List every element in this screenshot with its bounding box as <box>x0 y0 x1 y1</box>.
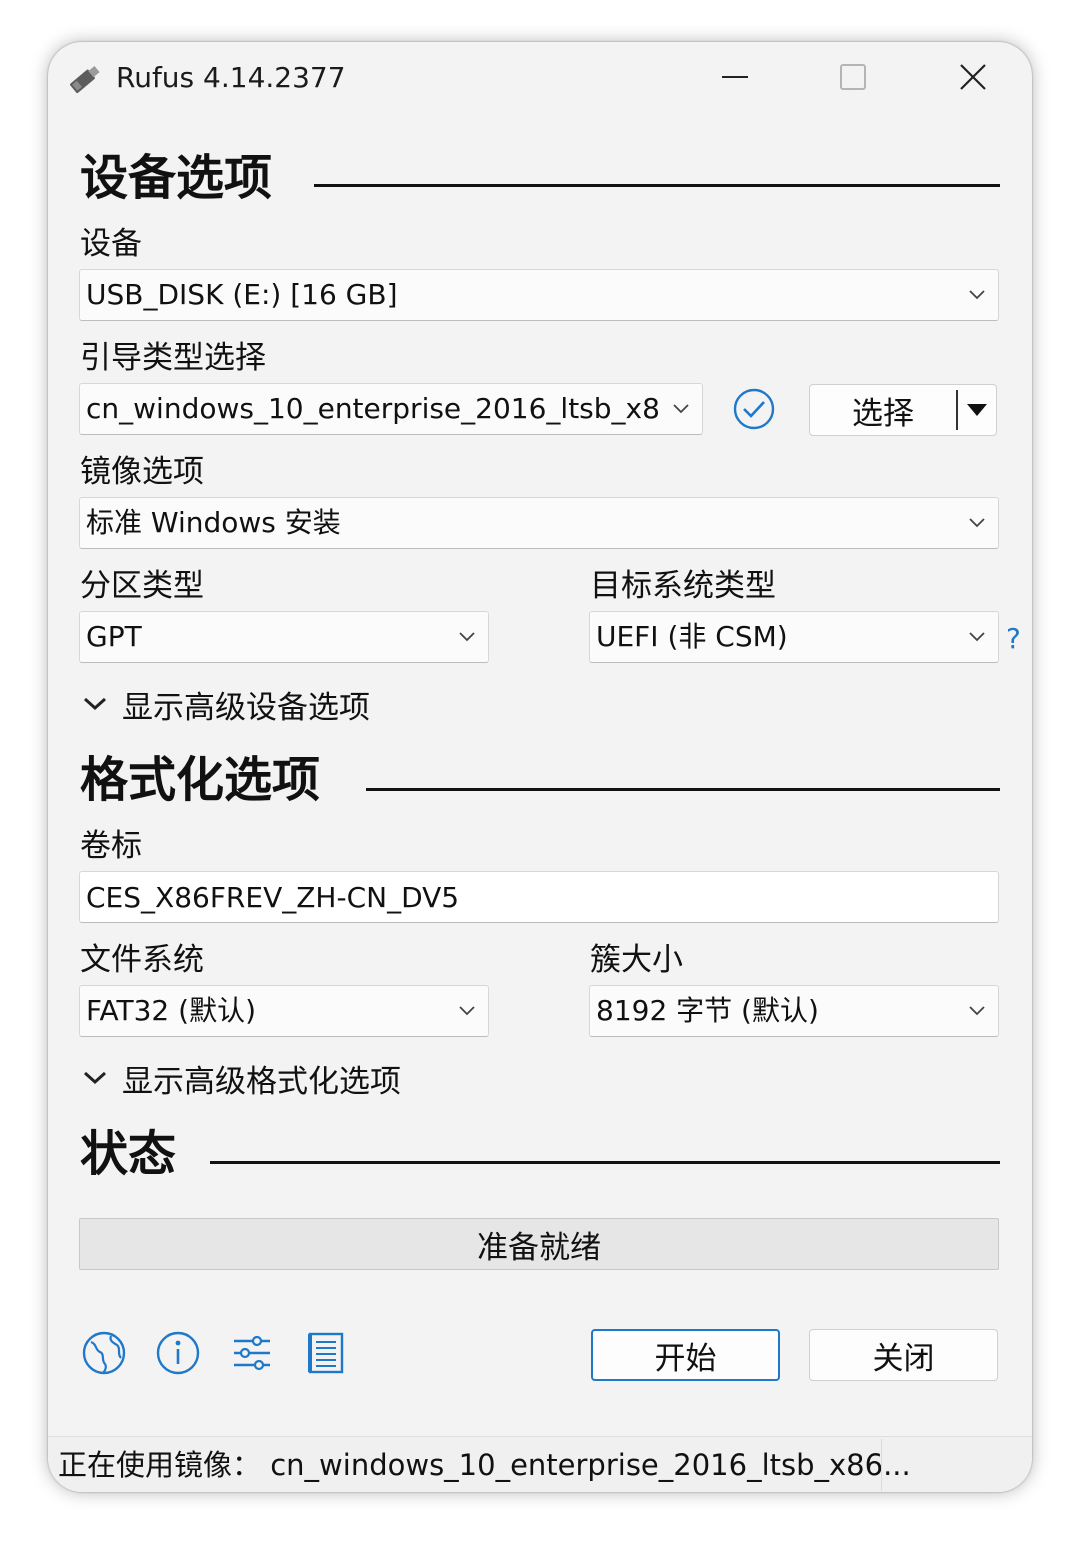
select-image-button[interactable]: 选择 <box>809 384 997 436</box>
section-title-format: 格式化选项 <box>80 752 321 808</box>
boot-selection-dropdown[interactable]: cn_windows_10_enterprise_2016_ltsb_x86. <box>79 383 703 435</box>
image-option-value: 标准 Windows 安装 <box>86 506 341 539</box>
volume-label-input[interactable] <box>86 880 998 914</box>
close-icon <box>960 64 986 90</box>
close-window-button[interactable] <box>914 42 1032 112</box>
section-divider <box>210 1161 1000 1164</box>
window-title: Rufus 4.14.2377 <box>116 61 346 94</box>
advanced-device-toggle[interactable]: 显示高级设备选项 <box>82 684 370 726</box>
info-icon[interactable] <box>154 1329 202 1377</box>
cluster-size-label: 簇大小 <box>590 942 683 978</box>
chevron-down-icon <box>956 269 998 321</box>
chevron-down-icon <box>956 985 998 1037</box>
advanced-format-toggle[interactable]: 显示高级格式化选项 <box>82 1058 401 1100</box>
progress-bar: 准备就绪 <box>79 1218 999 1270</box>
boot-type-label: 引导类型选择 <box>80 340 266 376</box>
start-button[interactable]: 开始 <box>591 1329 780 1381</box>
volume-label-field[interactable] <box>79 871 999 923</box>
file-system-dropdown[interactable]: FAT32 (默认) <box>79 985 489 1037</box>
section-divider <box>314 184 1000 187</box>
target-system-dropdown[interactable]: UEFI (非 CSM) <box>589 611 999 663</box>
minimize-button[interactable] <box>676 42 794 112</box>
advanced-format-toggle-label: 显示高级格式化选项 <box>122 1063 401 1100</box>
file-system-value: FAT32 (默认) <box>86 994 256 1027</box>
target-system-label: 目标系统类型 <box>590 568 776 604</box>
status-bar-text: 正在使用镜像： cn_windows_10_enterprise_2016_lt… <box>58 1448 911 1482</box>
chevron-down-icon <box>446 611 488 663</box>
cluster-size-value: 8192 字节 (默认) <box>596 994 819 1027</box>
device-dropdown[interactable]: USB_DISK (E:) [16 GB] <box>79 269 999 321</box>
status-bar: 正在使用镜像： cn_windows_10_enterprise_2016_lt… <box>48 1436 1032 1492</box>
close-button[interactable]: 关闭 <box>809 1329 998 1381</box>
chevron-down-icon <box>956 497 998 549</box>
chevron-down-icon <box>660 383 702 435</box>
volume-label-label: 卷标 <box>80 828 142 864</box>
maximize-button[interactable] <box>794 42 912 112</box>
dropdown-arrow-icon[interactable] <box>958 403 996 417</box>
section-divider <box>366 788 1000 791</box>
progress-status-text: 准备就绪 <box>477 1229 601 1266</box>
file-system-label: 文件系统 <box>80 942 204 978</box>
boot-selection-value: cn_windows_10_enterprise_2016_ltsb_x86. <box>86 392 660 425</box>
device-label: 设备 <box>80 226 142 262</box>
help-link[interactable]: ? <box>1006 619 1021 659</box>
maximize-icon <box>840 64 866 90</box>
chevron-down-icon <box>956 611 998 663</box>
section-title-status: 状态 <box>80 1126 177 1182</box>
chevron-down-icon <box>83 697 107 711</box>
image-option-dropdown[interactable]: 标准 Windows 安装 <box>79 497 999 549</box>
partition-scheme-value: GPT <box>86 620 142 653</box>
chevron-down-icon <box>446 985 488 1037</box>
chevron-down-icon <box>83 1071 107 1085</box>
partition-scheme-dropdown[interactable]: GPT <box>79 611 489 663</box>
select-button-label: 选择 <box>852 395 914 432</box>
minimize-icon <box>722 76 748 78</box>
settings-sliders-icon[interactable] <box>228 1329 276 1377</box>
partition-scheme-label: 分区类型 <box>80 568 204 604</box>
advanced-device-toggle-label: 显示高级设备选项 <box>122 689 370 726</box>
check-hash-icon[interactable] <box>732 387 776 431</box>
section-title-device: 设备选项 <box>80 150 273 206</box>
image-option-label: 镜像选项 <box>80 454 204 490</box>
log-icon[interactable] <box>302 1329 350 1377</box>
target-system-value: UEFI (非 CSM) <box>596 620 788 653</box>
usb-drive-icon <box>64 60 104 100</box>
cluster-size-dropdown[interactable]: 8192 字节 (默认) <box>589 985 999 1037</box>
device-value: USB_DISK (E:) [16 GB] <box>86 278 398 311</box>
status-bar-separator <box>881 1439 882 1491</box>
globe-icon[interactable] <box>80 1329 128 1377</box>
rufus-window: Rufus 4.14.2377 设备选项 设备 USB_DISK (E:) [1… <box>48 42 1032 1492</box>
